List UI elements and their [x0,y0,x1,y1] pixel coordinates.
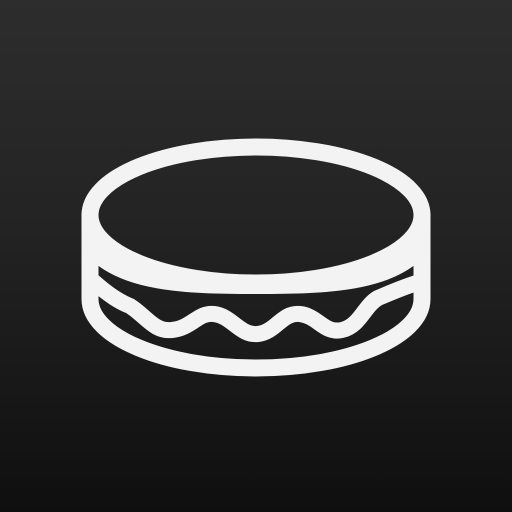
app-icon-tile [0,0,512,512]
puck-top-ellipse [81,138,431,292]
puck-sandwich-icon [81,138,431,377]
